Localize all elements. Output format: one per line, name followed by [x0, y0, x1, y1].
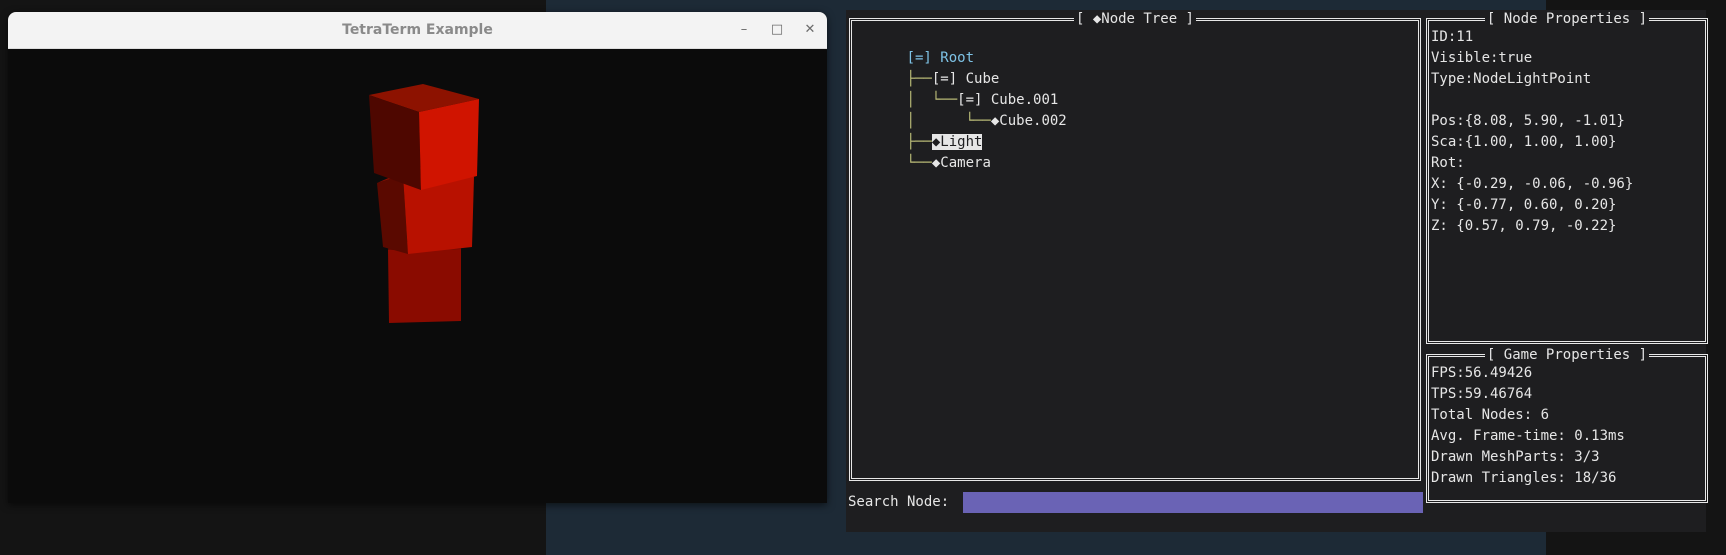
title-bar[interactable]: TetraTerm Example – □ ✕: [8, 12, 827, 49]
prop-rotation-y: Y: {-0.77, 0.60, 0.20}: [1431, 197, 1617, 213]
tree-item-cube[interactable]: ├──[=] Cube: [856, 48, 1000, 87]
prop-type: Type:NodeLightPoint: [1431, 71, 1592, 87]
tree-connector: └──: [906, 155, 932, 171]
game-properties-title-wrap: [ Game Properties ]: [1429, 346, 1705, 364]
game-total-nodes: Total Nodes: 6: [1431, 407, 1550, 423]
minimize-button[interactable]: –: [734, 20, 754, 40]
tree-item-camera[interactable]: └──◆Camera: [856, 132, 991, 171]
prop-rotation-label: Rot:: [1431, 155, 1465, 171]
tree-item-cube-002-label: ◆Cube.002: [990, 113, 1067, 129]
window-title: TetraTerm Example: [342, 22, 493, 38]
maximize-button[interactable]: □: [767, 20, 787, 40]
game-tps: TPS:59.46764: [1431, 386, 1533, 402]
node-properties-title: [ Node Properties ]: [1484, 11, 1650, 27]
search-label: Search Node:: [848, 494, 950, 510]
node-properties-panel: [ Node Properties ] ID:11 Visible:true T…: [1426, 11, 1708, 344]
close-button[interactable]: ✕: [800, 20, 820, 40]
cube-mesh: [369, 84, 479, 190]
tree-item-root[interactable]: [=] Root: [856, 27, 974, 66]
node-tree-panel: [ ◆Node Tree ] [=] Root ├──[=] Cube │ └─…: [849, 11, 1421, 481]
prop-scale: Sca:{1.00, 1.00, 1.00}: [1431, 134, 1617, 150]
game-fps: FPS:56.49426: [1431, 365, 1533, 381]
game-triangles: Drawn Triangles: 18/36: [1431, 470, 1617, 486]
prop-id: ID:11: [1431, 29, 1474, 45]
prop-rotation-z: Z: {0.57, 0.79, -0.22}: [1431, 218, 1617, 234]
node-tree-title-wrap: [ ◆Node Tree ]: [852, 10, 1418, 28]
scene-svg: [369, 84, 479, 323]
game-properties-title: [ Game Properties ]: [1484, 347, 1650, 363]
tree-item-camera-label: ◆Camera: [931, 155, 991, 171]
terminal: [ ◆Node Tree ] [=] Root ├──[=] Cube │ └─…: [846, 10, 1708, 532]
tree-item-cube-001[interactable]: │ └──[=] Cube.001: [856, 69, 1059, 108]
render-viewport[interactable]: [14, 49, 827, 503]
search-input[interactable]: [963, 492, 1423, 513]
tree-item-light[interactable]: ├──◆Light: [856, 111, 983, 150]
app-window: TetraTerm Example – □ ✕: [8, 12, 827, 503]
node-properties-title-wrap: [ Node Properties ]: [1429, 10, 1705, 28]
game-frame-time: Avg. Frame-time: 0.13ms: [1431, 428, 1625, 444]
prop-visible: Visible:true: [1431, 50, 1533, 66]
game-properties-panel: [ Game Properties ] FPS:56.49426 TPS:59.…: [1426, 347, 1708, 503]
prop-rotation-x: X: {-0.29, -0.06, -0.96}: [1431, 176, 1634, 192]
tree-item-cube-002[interactable]: │ └──◆Cube.002: [856, 90, 1067, 129]
cube-002-mesh: [388, 241, 461, 323]
game-mesh-parts: Drawn MeshParts: 3/3: [1431, 449, 1600, 465]
node-tree-title: [ ◆Node Tree ]: [1073, 11, 1196, 27]
prop-position: Pos:{8.08, 5.90, -1.01}: [1431, 113, 1625, 129]
